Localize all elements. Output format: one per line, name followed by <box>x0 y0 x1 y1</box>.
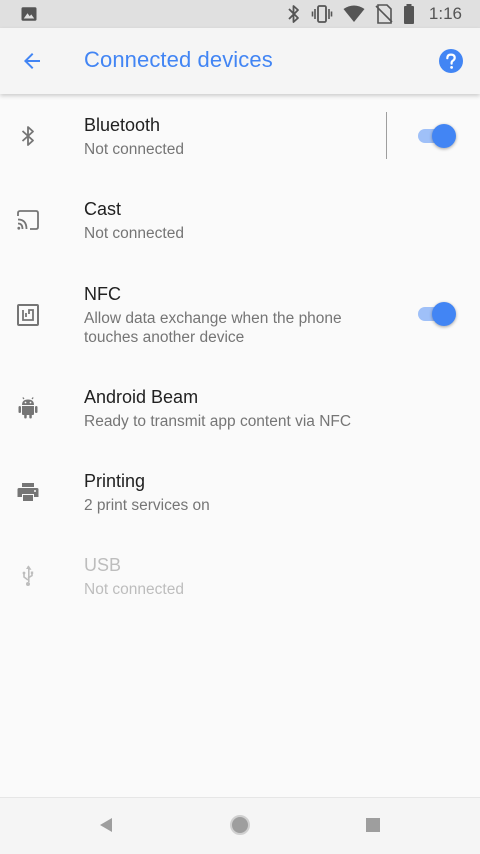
help-circle-icon[interactable] <box>438 48 464 74</box>
image-icon <box>21 7 37 21</box>
page-title: Connected devices <box>84 47 273 72</box>
android-icon <box>18 397 38 419</box>
setting-summary: Not connected <box>84 141 184 158</box>
setting-summary: Allow data exchange when the phone touch… <box>84 310 342 346</box>
setting-label: Bluetooth <box>84 115 161 135</box>
setting-item-usb: USB Not connected <box>0 534 480 618</box>
vertical-divider <box>386 112 387 159</box>
vibrate-icon <box>311 5 333 23</box>
bluetooth-icon <box>21 126 34 146</box>
toggle-thumb <box>432 124 456 148</box>
setting-label: Cast <box>84 199 122 219</box>
setting-label: Android Beam <box>84 387 199 407</box>
bluetooth-icon <box>288 5 299 23</box>
setting-item-printing[interactable]: Printing 2 print services on <box>0 450 480 534</box>
setting-item-android-beam[interactable]: Android Beam Ready to transmit app conte… <box>0 366 480 450</box>
printer-icon <box>17 483 39 501</box>
cast-icon <box>17 210 39 230</box>
setting-summary: Ready to transmit app content via NFC <box>84 413 352 430</box>
back-triangle-icon[interactable] <box>96 814 118 836</box>
status-clock: 1:16 <box>428 4 462 23</box>
setting-item-bluetooth[interactable]: Bluetooth Not connected <box>0 94 480 178</box>
system-navigation-bar <box>0 797 480 854</box>
app-bar: Connected devices <box>0 28 480 94</box>
setting-summary: 2 print services on <box>84 497 210 514</box>
no-sim-icon <box>375 4 393 24</box>
toggle-thumb <box>432 302 456 326</box>
setting-label: NFC <box>84 284 121 304</box>
wifi-icon <box>343 5 365 22</box>
battery-icon <box>403 4 414 24</box>
usb-icon <box>22 565 34 586</box>
setting-label: USB <box>84 555 122 575</box>
setting-label: Printing <box>84 471 146 491</box>
setting-summary: Not connected <box>84 581 184 598</box>
recents-square-icon[interactable] <box>362 814 384 836</box>
setting-summary: Not connected <box>84 225 184 242</box>
setting-item-cast[interactable]: Cast Not connected <box>0 178 480 262</box>
status-bar: 1:16 <box>0 0 480 28</box>
bluetooth-toggle[interactable] <box>418 122 458 150</box>
nfc-icon <box>17 304 39 326</box>
arrow-back-icon[interactable] <box>20 49 44 73</box>
home-circle-icon[interactable] <box>228 813 252 837</box>
nfc-toggle[interactable] <box>418 300 458 328</box>
setting-item-nfc[interactable]: NFC Allow data exchange when the phone t… <box>0 262 480 366</box>
